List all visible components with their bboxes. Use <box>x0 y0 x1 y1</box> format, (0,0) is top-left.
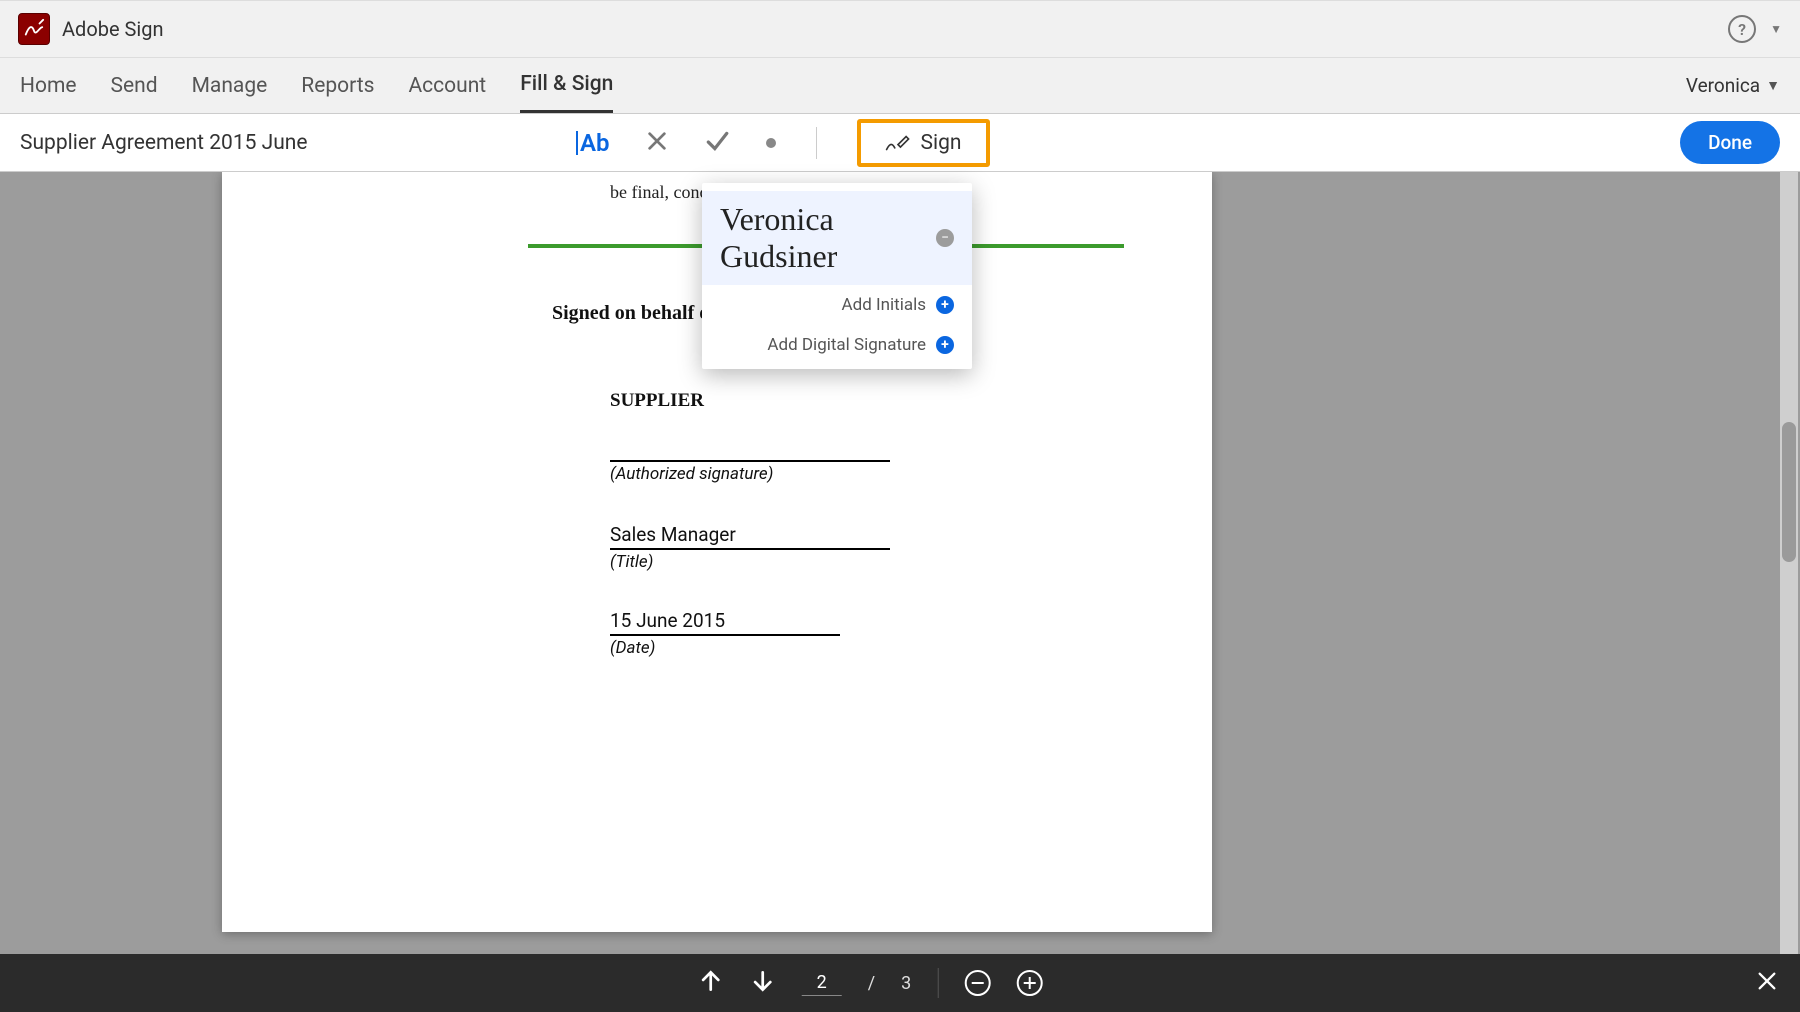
add-digital-label: Add Digital Signature <box>720 335 926 355</box>
add-initials-label: Add Initials <box>720 295 926 315</box>
remove-signature-icon[interactable]: − <box>936 229 954 247</box>
nav-home[interactable]: Home <box>20 60 77 112</box>
page-total: 3 <box>901 973 911 994</box>
fill-sign-toolbar: Supplier Agreement 2015 June Ab Sign Don… <box>0 114 1800 172</box>
x-tool-icon[interactable] <box>646 130 668 156</box>
done-button[interactable]: Done <box>1680 121 1780 164</box>
page-number-input[interactable] <box>802 970 842 996</box>
page-control-bar: / 3 <box>0 954 1800 1012</box>
nav-manage[interactable]: Manage <box>192 60 268 112</box>
saved-signature: Veronica Gudsiner <box>720 201 926 275</box>
title-field[interactable]: Sales Manager (Title) <box>610 528 890 572</box>
adobe-sign-logo <box>18 13 50 45</box>
page-down-icon[interactable] <box>750 968 776 998</box>
text-tool[interactable]: Ab <box>580 129 610 157</box>
signature-option[interactable]: Veronica Gudsiner − <box>702 191 972 285</box>
document-name: Supplier Agreement 2015 June <box>20 131 308 155</box>
zoom-out-icon[interactable] <box>964 970 990 996</box>
add-digital-signature-option[interactable]: Add Digital Signature + <box>702 325 972 365</box>
check-tool-icon[interactable] <box>704 128 730 158</box>
primary-nav: Home Send Manage Reports Account Fill & … <box>0 58 1800 114</box>
close-bar-icon[interactable] <box>1756 970 1778 996</box>
user-name: Veronica <box>1686 74 1760 97</box>
tool-divider <box>816 127 817 159</box>
scrollbar-thumb[interactable] <box>1782 422 1796 562</box>
date-value: 15 June 2015 <box>610 609 725 632</box>
user-menu[interactable]: Veronica ▼ <box>1686 74 1780 97</box>
nav-fill-sign[interactable]: Fill & Sign <box>520 58 613 113</box>
sign-dropdown: Veronica Gudsiner − Add Initials + Add D… <box>702 183 972 369</box>
chevron-down-icon: ▼ <box>1766 77 1780 94</box>
nav-account[interactable]: Account <box>408 60 486 112</box>
title-value: Sales Manager <box>610 523 736 546</box>
page-sep: / <box>868 973 875 994</box>
zoom-in-icon[interactable] <box>1016 970 1042 996</box>
plus-icon: + <box>936 336 954 354</box>
supplier-label: SUPPLIER <box>610 390 704 412</box>
title-caption: (Title) <box>610 552 890 572</box>
nav-send[interactable]: Send <box>111 60 158 112</box>
dot-tool-icon[interactable] <box>766 138 776 148</box>
nav-reports[interactable]: Reports <box>301 60 374 112</box>
sign-label: Sign <box>921 131 962 155</box>
help-icon[interactable]: ? <box>1728 15 1756 43</box>
date-caption: (Date) <box>610 638 840 658</box>
signature-line <box>610 444 890 462</box>
bar-divider <box>937 968 938 998</box>
scrollbar-track[interactable] <box>1780 172 1798 954</box>
date-field[interactable]: 15 June 2015 (Date) <box>610 614 840 658</box>
page-up-icon[interactable] <box>698 968 724 998</box>
signature-caption: (Authorized signature) <box>610 464 890 484</box>
sign-button[interactable]: Sign <box>857 119 990 167</box>
app-title: Adobe Sign <box>62 17 164 41</box>
app-bar: Adobe Sign ? ▼ <box>0 0 1800 58</box>
plus-icon: + <box>936 296 954 314</box>
signature-field[interactable]: (Authorized signature) <box>610 444 890 484</box>
add-initials-option[interactable]: Add Initials + <box>702 285 972 325</box>
app-menu-caret-icon[interactable]: ▼ <box>1770 22 1782 36</box>
